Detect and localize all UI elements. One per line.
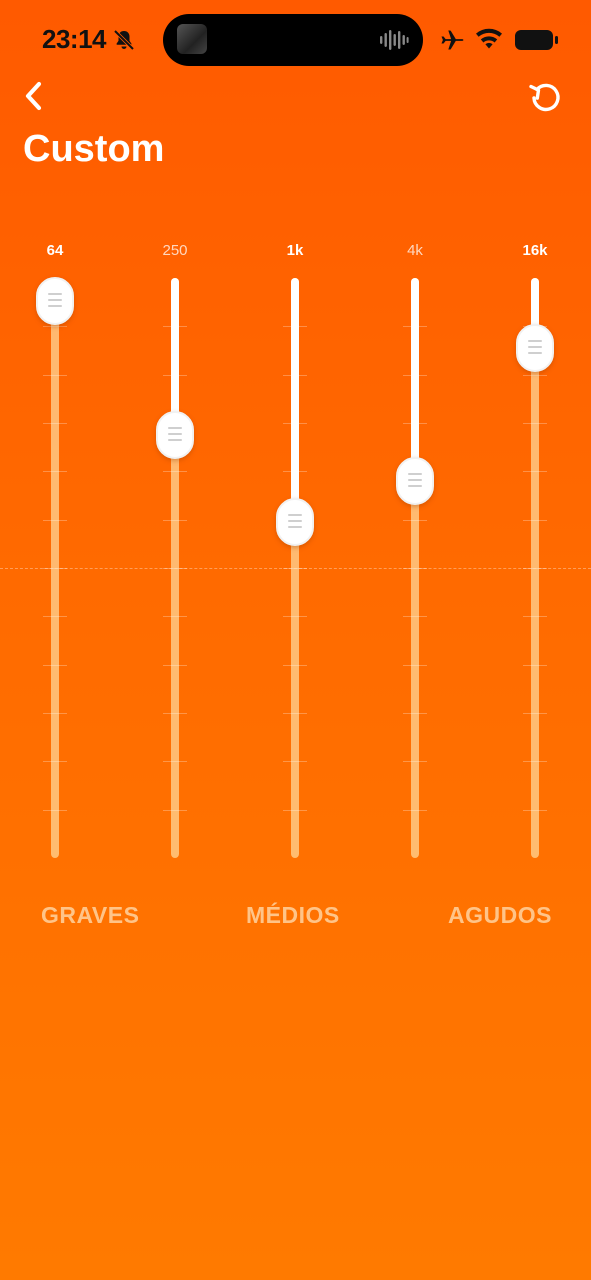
eq-band-16k: 16k [495,238,575,878]
eq-tick [283,809,307,811]
eq-tick [523,471,547,473]
grip-lines-icon [288,513,302,530]
eq-band-250: 250 [135,238,215,878]
frequency-groups: GRAVES MÉDIOS AGUDOS [0,902,591,942]
eq-band-label: 4k [407,242,423,259]
eq-tick [523,374,547,376]
eq-tick [403,374,427,376]
eq-tick [523,761,547,763]
group-label-graves: GRAVES [41,902,140,928]
eq-tick [403,568,427,569]
eq-tick [403,326,427,328]
eq-tick [523,809,547,811]
eq-tick [523,519,547,521]
grip-lines-icon [168,426,182,443]
eq-tick [403,761,427,763]
eq-tick [43,713,67,714]
eq-tick [523,616,547,618]
eq-tick [283,568,307,569]
eq-tick [163,664,187,666]
eq-tick [283,326,307,328]
eq-tick [163,713,187,714]
eq-tick [43,761,67,763]
eq-tick [283,374,307,376]
eq-tick [43,809,67,811]
grip-lines-icon [528,339,542,356]
eq-band-label: 250 [162,242,188,259]
equalizer: 64 250 1k 4k 16k [0,0,591,1280]
eq-tick [43,616,67,618]
eq-slider-track-upper [291,278,299,522]
eq-slider-track-upper [411,278,419,481]
eq-tick [403,713,427,714]
eq-tick [163,761,187,763]
eq-tick [43,519,67,521]
eq-tick [403,519,427,521]
eq-band-label: 64 [46,242,64,259]
eq-tick [163,519,187,521]
group-label-agudos: AGUDOS [448,902,552,928]
eq-tick [403,423,427,424]
eq-tick [283,471,307,473]
eq-tick [163,809,187,811]
eq-tick [523,664,547,666]
eq-slider-knob[interactable] [156,410,194,459]
eq-tick [283,616,307,618]
eq-tick [523,713,547,714]
grip-lines-icon [48,293,62,309]
eq-tick [163,471,187,473]
eq-slider-knob[interactable] [36,277,74,326]
eq-tick [163,374,187,376]
eq-tick [523,423,547,424]
eq-tick [283,664,307,666]
eq-tick [43,471,67,473]
grip-lines-icon [408,473,422,489]
eq-tick [43,423,67,424]
eq-tick [163,568,187,569]
eq-tick [163,616,187,618]
eq-band-label: 16k [522,242,548,259]
eq-tick [283,423,307,424]
eq-band-label: 1k [286,242,304,259]
eq-tick [43,664,67,666]
eq-tick [163,326,187,328]
eq-slider-knob[interactable] [516,323,554,372]
eq-tick [283,761,307,763]
group-label-medios: MÉDIOS [246,902,340,928]
eq-tick [403,616,427,618]
eq-tick [523,568,547,569]
eq-tick [403,809,427,811]
eq-slider-knob[interactable] [396,457,434,505]
eq-slider-knob[interactable] [276,497,314,546]
eq-tick [43,326,67,328]
eq-band-4k: 4k [375,238,455,878]
eq-tick [283,713,307,714]
eq-tick [43,374,67,376]
eq-band-64: 64 [15,238,95,878]
eq-tick [403,664,427,666]
eq-band-1k: 1k [255,238,335,878]
eq-tick [43,568,67,569]
